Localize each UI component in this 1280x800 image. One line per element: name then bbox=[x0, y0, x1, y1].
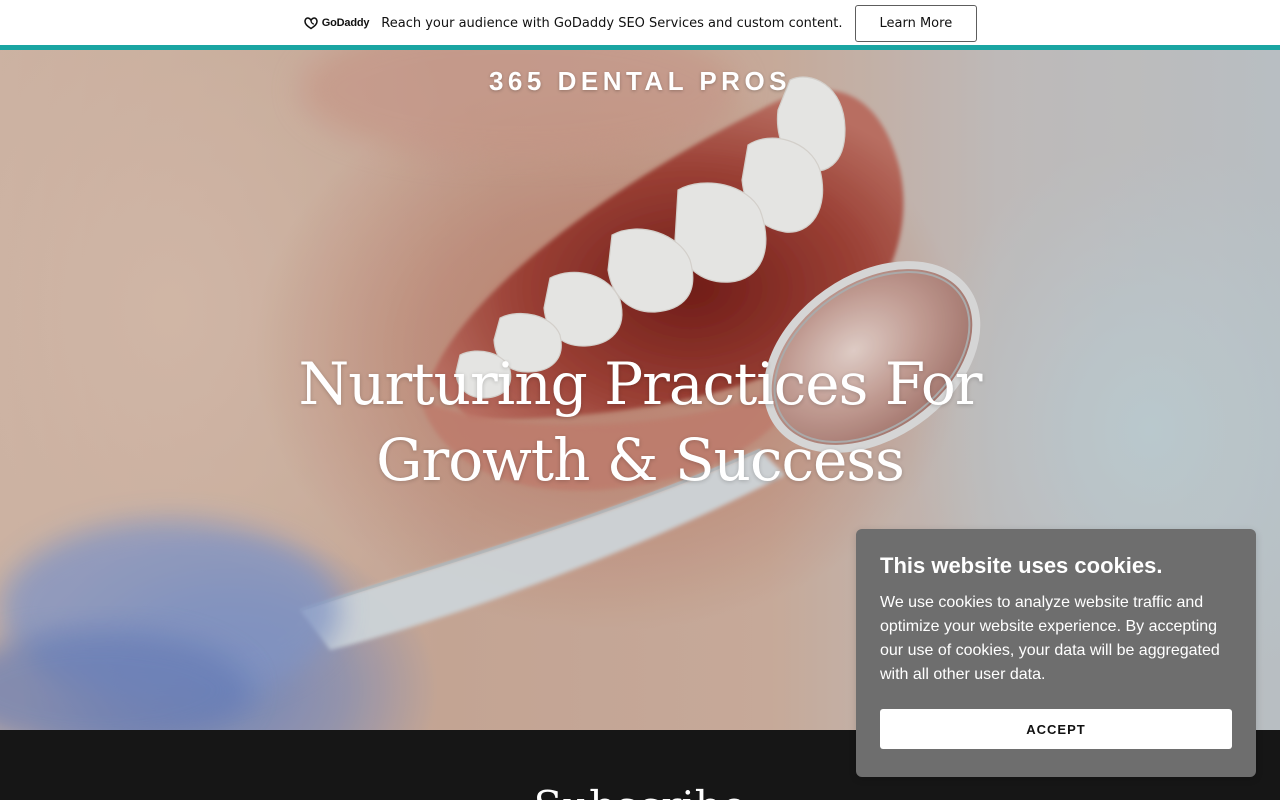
godaddy-logo[interactable]: GoDaddy bbox=[303, 16, 370, 30]
hero-headline-line2: Growth & Success bbox=[376, 426, 905, 494]
godaddy-logo-text: GoDaddy bbox=[321, 17, 370, 29]
cookie-banner: This website uses cookies. We use cookie… bbox=[856, 529, 1256, 777]
subscribe-heading: Subscribe bbox=[0, 782, 1280, 800]
cookie-accept-button[interactable]: ACCEPT bbox=[880, 709, 1232, 749]
godaddy-logo-icon bbox=[303, 16, 319, 30]
promo-message: Reach your audience with GoDaddy SEO Ser… bbox=[381, 15, 843, 31]
hero-headline-line1: Nurturing Practices For bbox=[298, 350, 982, 418]
godaddy-promo-bar: GoDaddy Reach your audience with GoDaddy… bbox=[0, 0, 1280, 46]
cookie-banner-title: This website uses cookies. bbox=[880, 553, 1163, 578]
hero-headline: Nurturing Practices For Growth & Success bbox=[240, 346, 1040, 498]
learn-more-button[interactable]: Learn More bbox=[854, 4, 978, 42]
cookie-banner-body: We use cookies to analyze website traffi… bbox=[880, 594, 1220, 683]
site-brand-title[interactable]: 365 DENTAL PROS bbox=[0, 66, 1280, 97]
